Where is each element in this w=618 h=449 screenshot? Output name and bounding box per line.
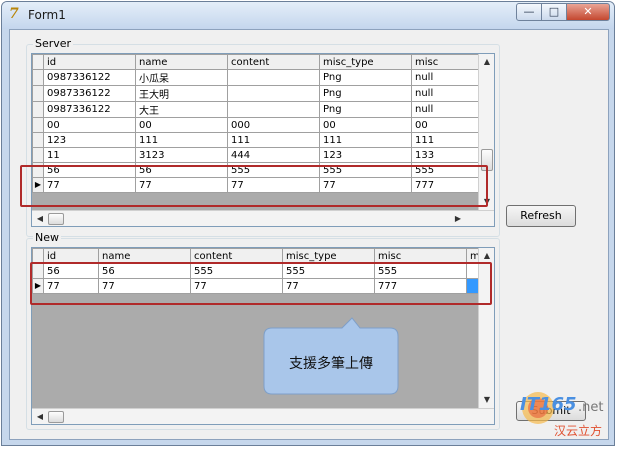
table-row[interactable]: 11 3123 444 123 133 — [32, 147, 480, 163]
row-header-corner — [32, 54, 44, 70]
table-cell[interactable]: 123 — [43, 132, 136, 148]
table-cell[interactable]: null — [411, 85, 480, 102]
watermark-tld: .net — [578, 400, 604, 415]
table-cell[interactable]: 大王 — [135, 101, 228, 118]
table-cell[interactable]: 小瓜呆 — [135, 69, 228, 86]
server-groupbox: Server id name content misc_type misc 098733… — [26, 38, 500, 237]
scroll-up-arrow-icon[interactable]: ▲ — [479, 54, 494, 70]
table-cell[interactable]: 444 — [227, 147, 320, 163]
table-cell[interactable]: 111 — [135, 132, 228, 148]
column-header[interactable]: id — [43, 54, 136, 70]
table-cell[interactable]: 11 — [43, 147, 136, 163]
server-horizontal-scrollbar[interactable]: ◀ ▶ — [32, 210, 494, 226]
new-horizontal-scrollbar[interactable]: ◀ — [32, 408, 494, 424]
scroll-down-arrow-icon[interactable]: ▼ — [479, 392, 494, 408]
server-hscroll-thumb[interactable] — [48, 213, 64, 225]
refresh-button[interactable]: Refresh — [506, 205, 576, 227]
table-cell[interactable]: 0987336122 — [43, 101, 136, 118]
new-hscroll-thumb[interactable] — [48, 411, 64, 423]
table-cell[interactable]: null — [411, 101, 480, 118]
table-cell[interactable] — [227, 101, 320, 118]
new-rows-highlight-box — [30, 262, 492, 305]
table-cell[interactable]: Png — [319, 101, 412, 118]
table-cell[interactable]: 133 — [411, 147, 480, 163]
scroll-right-arrow-icon[interactable]: ▶ — [450, 211, 466, 226]
row-header[interactable] — [32, 132, 44, 148]
table-cell[interactable]: 111 — [319, 132, 412, 148]
watermark-brand: IT165 — [520, 394, 577, 415]
scroll-left-arrow-icon[interactable]: ◀ — [32, 409, 48, 424]
server-group-label: Server — [33, 37, 74, 50]
table-cell[interactable]: 111 — [227, 132, 320, 148]
table-cell[interactable]: 000 — [227, 117, 320, 133]
column-header[interactable]: misc_type — [319, 54, 412, 70]
table-cell[interactable]: 00 — [135, 117, 228, 133]
scroll-left-arrow-icon[interactable]: ◀ — [32, 211, 48, 226]
it165-watermark: IT165 .net 汉云立方 — [508, 380, 616, 446]
new-group-label: New — [33, 231, 61, 244]
watermark-subtitle: 汉云立方 — [554, 424, 603, 438]
table-row[interactable]: 0987336122 王大明 Png null — [32, 85, 480, 102]
row-header[interactable] — [32, 69, 44, 86]
row-header[interactable] — [32, 147, 44, 163]
table-cell[interactable]: 00 — [43, 117, 136, 133]
column-header[interactable]: content — [227, 54, 320, 70]
minimize-button[interactable]: — — [516, 3, 542, 21]
table-row[interactable]: 0987336122 大王 Png null — [32, 101, 480, 118]
table-cell[interactable]: Png — [319, 69, 412, 86]
table-cell[interactable]: 3123 — [135, 147, 228, 163]
callout-bubble: 支援多筆上傳 — [263, 317, 399, 395]
window-title: Form1 — [28, 8, 66, 22]
title-bar[interactable]: 7 Form1 — □ ✕ — [2, 2, 614, 29]
table-row[interactable]: 123 111 111 111 111 — [32, 132, 480, 148]
column-header[interactable]: misc — [411, 54, 480, 70]
table-row[interactable]: 0987336122 小瓜呆 Png null — [32, 69, 480, 86]
table-cell[interactable] — [227, 85, 320, 102]
table-cell[interactable]: null — [411, 69, 480, 86]
table-cell[interactable]: 00 — [411, 117, 480, 133]
table-cell[interactable]: 111 — [411, 132, 480, 148]
table-cell[interactable]: 123 — [319, 147, 412, 163]
row-header[interactable] — [32, 117, 44, 133]
row-header[interactable] — [32, 101, 44, 118]
table-cell[interactable]: 0987336122 — [43, 85, 136, 102]
column-header[interactable]: name — [135, 54, 228, 70]
table-cell[interactable]: Png — [319, 85, 412, 102]
table-cell[interactable]: 00 — [319, 117, 412, 133]
table-row[interactable]: 00 00 000 00 00 — [32, 117, 480, 133]
app-logo-icon: 7 — [9, 6, 19, 22]
server-rows-highlight-box — [20, 165, 488, 207]
table-cell[interactable]: 王大明 — [135, 85, 228, 102]
table-cell[interactable]: 0987336122 — [43, 69, 136, 86]
maximize-button[interactable]: □ — [541, 3, 567, 21]
close-button[interactable]: ✕ — [566, 3, 610, 21]
callout-text: 支援多筆上傳 — [289, 355, 373, 372]
row-header[interactable] — [32, 85, 44, 102]
table-cell[interactable] — [227, 69, 320, 86]
